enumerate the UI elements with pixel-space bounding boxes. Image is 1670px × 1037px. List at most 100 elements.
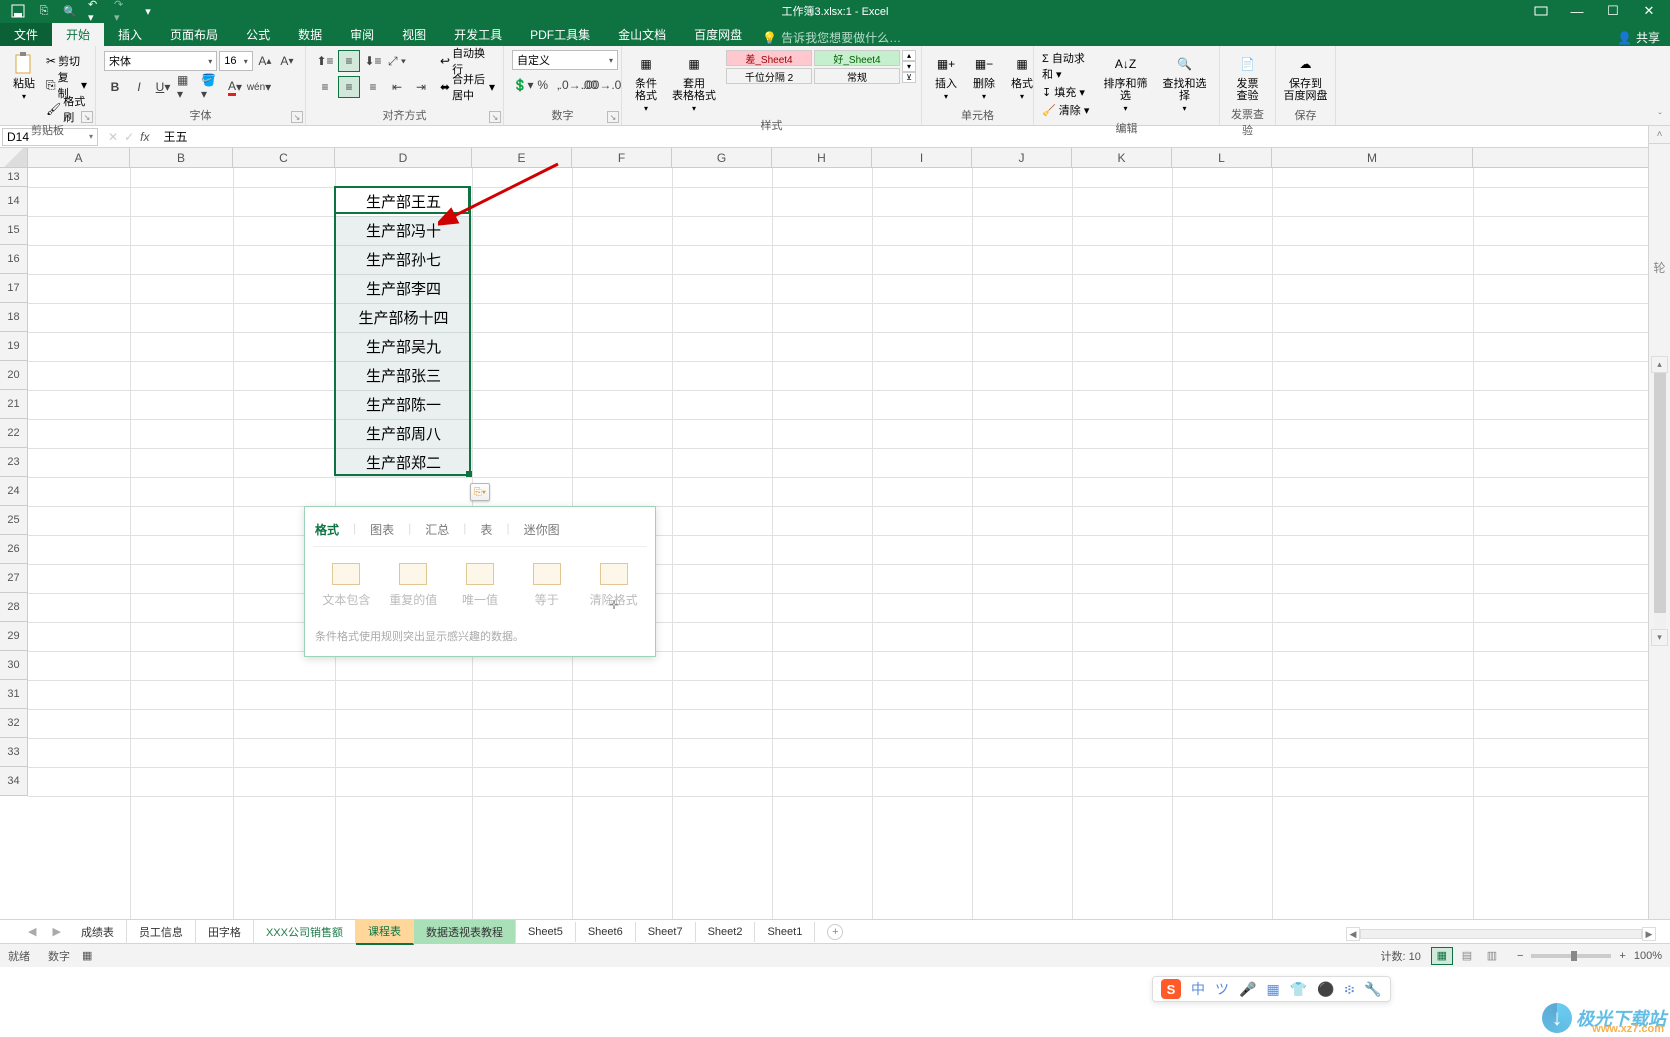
autosum-button[interactable]: Σ 自动求和 ▾: [1042, 50, 1093, 82]
increase-font-icon[interactable]: A▴: [255, 50, 275, 72]
ime-btn-7[interactable]: 🔧: [1364, 981, 1381, 998]
qat-icon-2[interactable]: ⎘: [36, 3, 52, 19]
col-header-H[interactable]: H: [772, 148, 872, 167]
row-header-24[interactable]: 24: [0, 477, 28, 506]
qa-opt-unique[interactable]: 唯一值: [451, 563, 510, 608]
fx-icon[interactable]: fx: [140, 130, 149, 144]
ime-btn-6[interactable]: ፨: [1345, 981, 1355, 998]
row-header-33[interactable]: 33: [0, 738, 28, 767]
cell-D14[interactable]: 生产部王五: [335, 187, 472, 216]
ime-btn-0[interactable]: 中: [1191, 979, 1205, 999]
font-family-combo[interactable]: 宋体▾: [104, 51, 217, 71]
save-baidu-button[interactable]: ☁保存到 百度网盘: [1284, 50, 1327, 104]
style-gal-down[interactable]: ▾: [902, 61, 916, 72]
tab-pdf[interactable]: PDF工具集: [516, 23, 604, 46]
view-pagebreak-icon[interactable]: ▥: [1481, 947, 1503, 965]
clipboard-launcher-icon[interactable]: ↘: [81, 111, 93, 123]
status-record-icon[interactable]: ▦: [82, 949, 92, 962]
row-header-32[interactable]: 32: [0, 709, 28, 738]
sheet-nav-prev-icon[interactable]: ◀: [20, 925, 44, 938]
row-header-13[interactable]: 13: [0, 168, 28, 187]
col-header-C[interactable]: C: [233, 148, 335, 167]
underline-icon[interactable]: U ▾: [152, 76, 174, 98]
tab-layout[interactable]: 页面布局: [156, 23, 232, 46]
row-header-20[interactable]: 20: [0, 361, 28, 390]
align-center-icon[interactable]: ≡: [338, 76, 360, 98]
sheet-tab-0[interactable]: 成绩表: [69, 920, 127, 944]
view-pagelayout-icon[interactable]: ▤: [1456, 947, 1478, 965]
zoom-out-icon[interactable]: −: [1513, 950, 1527, 962]
cell-D17[interactable]: 生产部李四: [335, 274, 472, 303]
ime-floating-bar[interactable]: S 中 ツ 🎤 ▦ 👕 ⚫ ፨ 🔧: [1152, 976, 1391, 1002]
wrap-text-button[interactable]: ↩ 自动换行: [440, 50, 495, 72]
row-header-18[interactable]: 18: [0, 303, 28, 332]
row-header-14[interactable]: 14: [0, 187, 28, 216]
cancel-edit-icon[interactable]: ✕: [108, 130, 118, 144]
row-header-15[interactable]: 15: [0, 216, 28, 245]
row-header-31[interactable]: 31: [0, 680, 28, 709]
number-launcher-icon[interactable]: ↘: [607, 111, 619, 123]
find-select-button[interactable]: 🔍查找和选择▾: [1158, 50, 1211, 115]
qat-icon-3[interactable]: 🔍: [62, 3, 78, 19]
col-header-D[interactable]: D: [335, 148, 472, 167]
minimize-icon[interactable]: —: [1560, 1, 1594, 21]
cell-D18[interactable]: 生产部杨十四: [335, 303, 472, 332]
sheet-tab-8[interactable]: Sheet7: [636, 922, 696, 942]
qa-tab-chart[interactable]: 图表: [370, 521, 394, 538]
cell-D16[interactable]: 生产部孙七: [335, 245, 472, 274]
cell-D21[interactable]: 生产部陈一: [335, 390, 472, 419]
bold-icon[interactable]: B: [104, 76, 126, 98]
orientation-icon[interactable]: ⤢ ▾: [386, 50, 408, 72]
style-gal-up[interactable]: ▴: [902, 50, 916, 61]
vscroll-thumb[interactable]: [1654, 373, 1666, 613]
zoom-value[interactable]: 100%: [1634, 950, 1662, 962]
row-header-29[interactable]: 29: [0, 622, 28, 651]
sheet-tab-6[interactable]: Sheet5: [516, 922, 576, 942]
ribbon-options-icon[interactable]: [1524, 1, 1558, 21]
paste-button[interactable]: 粘贴 ▾: [8, 50, 40, 103]
undo-icon[interactable]: ↶ ▾: [88, 3, 104, 19]
fill-color-icon[interactable]: 🪣 ▾: [200, 76, 222, 98]
col-header-L[interactable]: L: [1172, 148, 1272, 167]
close-icon[interactable]: ✕: [1632, 1, 1666, 21]
style-bad[interactable]: 差_Sheet4: [726, 50, 812, 66]
align-middle-icon[interactable]: ≡: [338, 50, 360, 72]
row-header-17[interactable]: 17: [0, 274, 28, 303]
share-button[interactable]: 👤 共享: [1617, 29, 1660, 46]
collapse-ribbon-icon[interactable]: ˇ: [1658, 112, 1661, 123]
ime-btn-5[interactable]: ⚫: [1317, 981, 1334, 998]
row-header-26[interactable]: 26: [0, 535, 28, 564]
tab-kingsoft[interactable]: 金山文档: [604, 23, 680, 46]
col-header-I[interactable]: I: [872, 148, 972, 167]
cell-styles-gallery[interactable]: 差_Sheet4 好_Sheet4 千位分隔 2 常规: [726, 50, 900, 84]
accounting-icon[interactable]: 💲▾: [512, 74, 534, 96]
outdent-icon[interactable]: ⇤: [386, 76, 408, 98]
row-header-16[interactable]: 16: [0, 245, 28, 274]
row-header-21[interactable]: 21: [0, 390, 28, 419]
maximize-icon[interactable]: ☐: [1596, 1, 1630, 21]
font-size-combo[interactable]: 16▾: [219, 51, 253, 71]
col-header-F[interactable]: F: [572, 148, 672, 167]
zoom-in-icon[interactable]: +: [1615, 950, 1629, 962]
sheet-tab-3[interactable]: XXX公司销售额: [254, 920, 356, 944]
cell-D20[interactable]: 生产部张三: [335, 361, 472, 390]
phonetic-icon[interactable]: wén ▾: [248, 76, 270, 98]
tab-file[interactable]: 文件: [0, 23, 52, 46]
sheet-tab-7[interactable]: Sheet6: [576, 922, 636, 942]
sort-filter-button[interactable]: A↓Z排序和筛选▾: [1099, 50, 1152, 115]
style-gal-more[interactable]: ⊻: [902, 72, 916, 83]
hscroll-track[interactable]: [1360, 929, 1642, 939]
zoom-thumb[interactable]: [1571, 951, 1577, 961]
table-format-button[interactable]: ▦套用 表格格式▾: [668, 50, 720, 115]
sheet-tab-5[interactable]: 数据透视表教程: [414, 920, 516, 944]
sheet-tab-4[interactable]: 课程表: [356, 919, 414, 945]
qa-opt-duplicate[interactable]: 重复的值: [384, 563, 443, 608]
hscroll-right-icon[interactable]: ▶: [1642, 927, 1656, 941]
qa-tab-spark[interactable]: 迷你图: [524, 521, 560, 538]
row-header-34[interactable]: 34: [0, 767, 28, 796]
col-header-A[interactable]: A: [28, 148, 130, 167]
tab-review[interactable]: 审阅: [336, 23, 388, 46]
row-header-25[interactable]: 25: [0, 506, 28, 535]
cell-D15[interactable]: 生产部冯十: [335, 216, 472, 245]
font-color-icon[interactable]: A ▾: [224, 76, 246, 98]
